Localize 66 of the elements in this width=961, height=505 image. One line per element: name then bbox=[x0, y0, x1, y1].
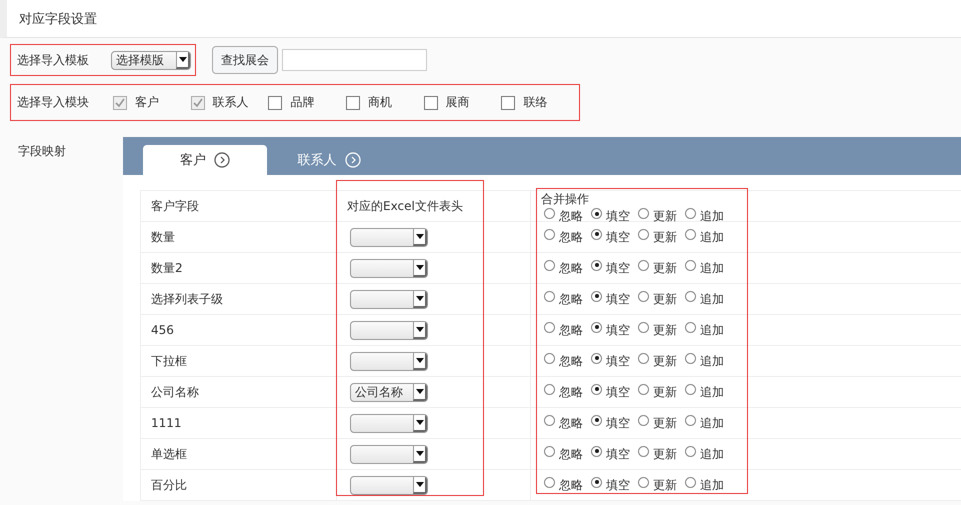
radio-option[interactable]: 忽略 bbox=[544, 322, 583, 338]
search-button[interactable]: 查找展会 bbox=[212, 46, 278, 74]
radio-option[interactable]: 忽略 bbox=[544, 208, 583, 225]
table-cell: 下拉框 bbox=[151, 352, 187, 370]
module-label: 选择导入模块 bbox=[17, 94, 89, 111]
table-cell: 456 bbox=[151, 323, 174, 337]
column-header: 合并操作 bbox=[541, 191, 590, 208]
radio-option[interactable]: 追加 bbox=[685, 260, 724, 276]
radio-option[interactable]: 填空 bbox=[591, 352, 630, 370]
module-checkbox[interactable]: 客户 bbox=[113, 94, 191, 111]
radio-option[interactable]: 追加 bbox=[685, 290, 724, 308]
table-cell: 百分比 bbox=[151, 476, 187, 494]
table-cell: 单选框 bbox=[151, 446, 187, 462]
table-cell: 1111 bbox=[151, 416, 182, 430]
radio-option[interactable]: 填空 bbox=[591, 228, 630, 246]
radio-option[interactable]: 更新 bbox=[638, 414, 677, 432]
radio-option[interactable]: 填空 bbox=[591, 446, 630, 462]
radio-option[interactable]: 更新 bbox=[638, 260, 677, 276]
radio-option[interactable]: 填空 bbox=[591, 290, 630, 308]
radio-option[interactable]: 填空 bbox=[591, 414, 630, 432]
module-checkbox[interactable]: 联系人 bbox=[190, 94, 268, 111]
radio-option[interactable]: 忽略 bbox=[544, 476, 583, 494]
table-cell: 数量2 bbox=[151, 260, 183, 276]
radio-option[interactable]: 忽略 bbox=[544, 384, 583, 400]
radio-option[interactable]: 更新 bbox=[638, 290, 677, 308]
radio-option[interactable]: 更新 bbox=[638, 208, 677, 225]
table-cell: 选择列表子级 bbox=[151, 290, 223, 308]
dropdown[interactable]: 选择模版 bbox=[111, 50, 191, 70]
radio-option[interactable]: 更新 bbox=[638, 446, 677, 462]
mapping-label: 字段映射 bbox=[18, 144, 66, 158]
column-header: 对应的Excel文件表头 bbox=[347, 198, 463, 214]
column-header: 客户字段 bbox=[151, 198, 199, 214]
page-title: 对应字段设置 bbox=[19, 10, 97, 28]
module-checkbox[interactable]: 展商 bbox=[424, 94, 502, 111]
radio-option[interactable]: 追加 bbox=[685, 228, 724, 246]
radio-option[interactable]: 更新 bbox=[638, 384, 677, 400]
radio-option[interactable]: 填空 bbox=[591, 208, 630, 225]
radio-option[interactable]: 追加 bbox=[685, 322, 724, 338]
radio-option[interactable]: 忽略 bbox=[544, 290, 583, 308]
radio-option[interactable]: 追加 bbox=[685, 384, 724, 400]
radio-option[interactable]: 更新 bbox=[638, 352, 677, 370]
radio-option[interactable]: 填空 bbox=[591, 476, 630, 494]
dropdown[interactable]: 公司名称 bbox=[350, 382, 428, 402]
radio-option[interactable]: 追加 bbox=[685, 352, 724, 370]
radio-option[interactable]: 忽略 bbox=[544, 260, 583, 276]
radio-option[interactable]: 更新 bbox=[638, 476, 677, 494]
radio-option[interactable]: 追加 bbox=[685, 208, 724, 225]
radio-option[interactable]: 忽略 bbox=[544, 228, 583, 246]
radio-option[interactable]: 追加 bbox=[685, 476, 724, 494]
table-cell: 数量 bbox=[151, 228, 175, 246]
module-checkbox[interactable]: 商机 bbox=[346, 94, 424, 111]
tab[interactable]: 客户 bbox=[143, 145, 267, 175]
radio-option[interactable]: 忽略 bbox=[544, 446, 583, 462]
table-cell: 公司名称 bbox=[151, 384, 199, 400]
radio-option[interactable]: 忽略 bbox=[544, 352, 583, 370]
module-checkbox[interactable]: 联络 bbox=[501, 94, 580, 111]
radio-option[interactable]: 填空 bbox=[591, 322, 630, 338]
radio-option[interactable]: 追加 bbox=[685, 414, 724, 432]
radio-option[interactable]: 忽略 bbox=[544, 414, 583, 432]
radio-option[interactable]: 更新 bbox=[638, 228, 677, 246]
module-checkbox[interactable]: 品牌 bbox=[268, 94, 346, 111]
template-label: 选择导入模板 bbox=[17, 52, 89, 68]
radio-option[interactable]: 更新 bbox=[638, 322, 677, 338]
radio-option[interactable]: 填空 bbox=[591, 384, 630, 400]
radio-option[interactable]: 填空 bbox=[591, 260, 630, 276]
radio-option[interactable]: 追加 bbox=[685, 446, 724, 462]
